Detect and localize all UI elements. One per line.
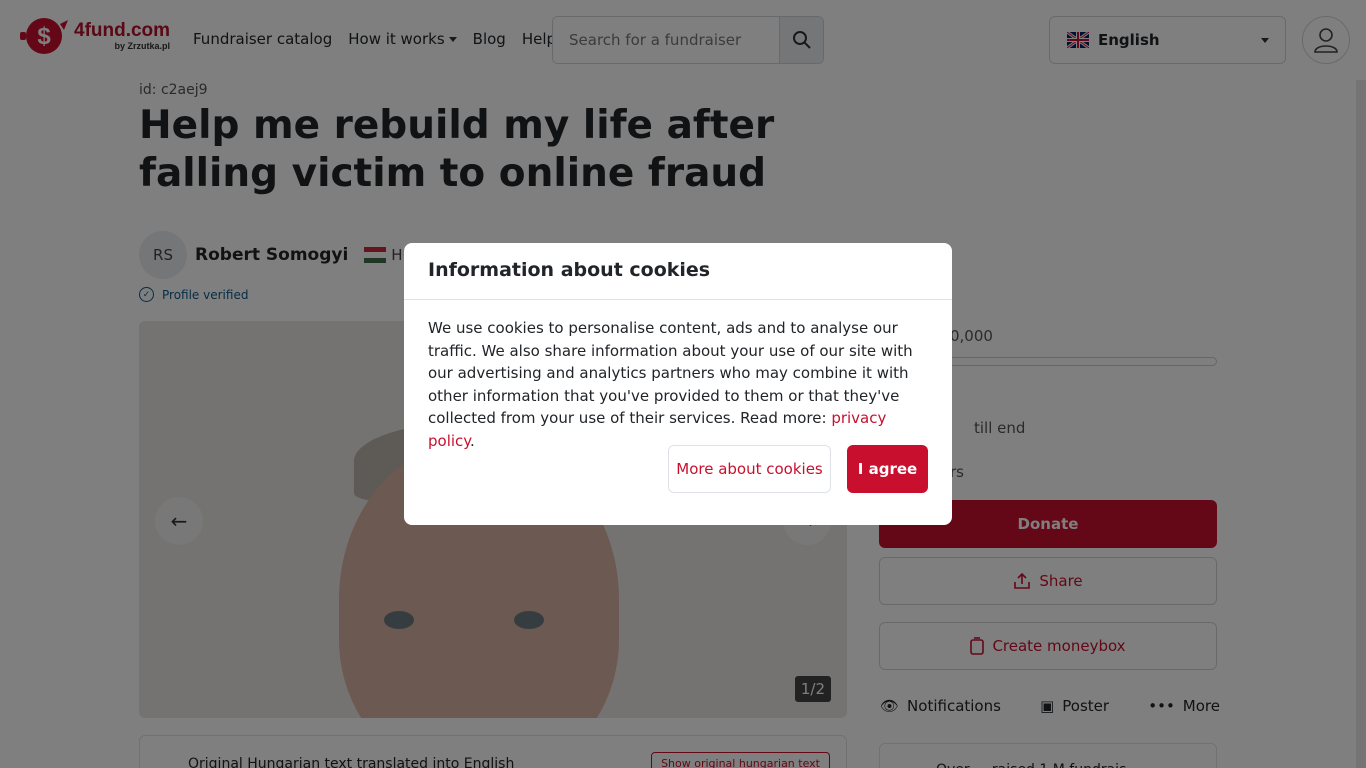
cookie-modal-title: Information about cookies [428,259,711,281]
read-more-label: Read more: [740,409,827,427]
cookie-modal: Information about cookies We use cookies… [404,243,952,525]
agree-button[interactable]: I agree [847,445,928,493]
more-about-cookies-button[interactable]: More about cookies [668,445,831,493]
cookie-modal-body: We use cookies to personalise content, a… [428,319,913,450]
